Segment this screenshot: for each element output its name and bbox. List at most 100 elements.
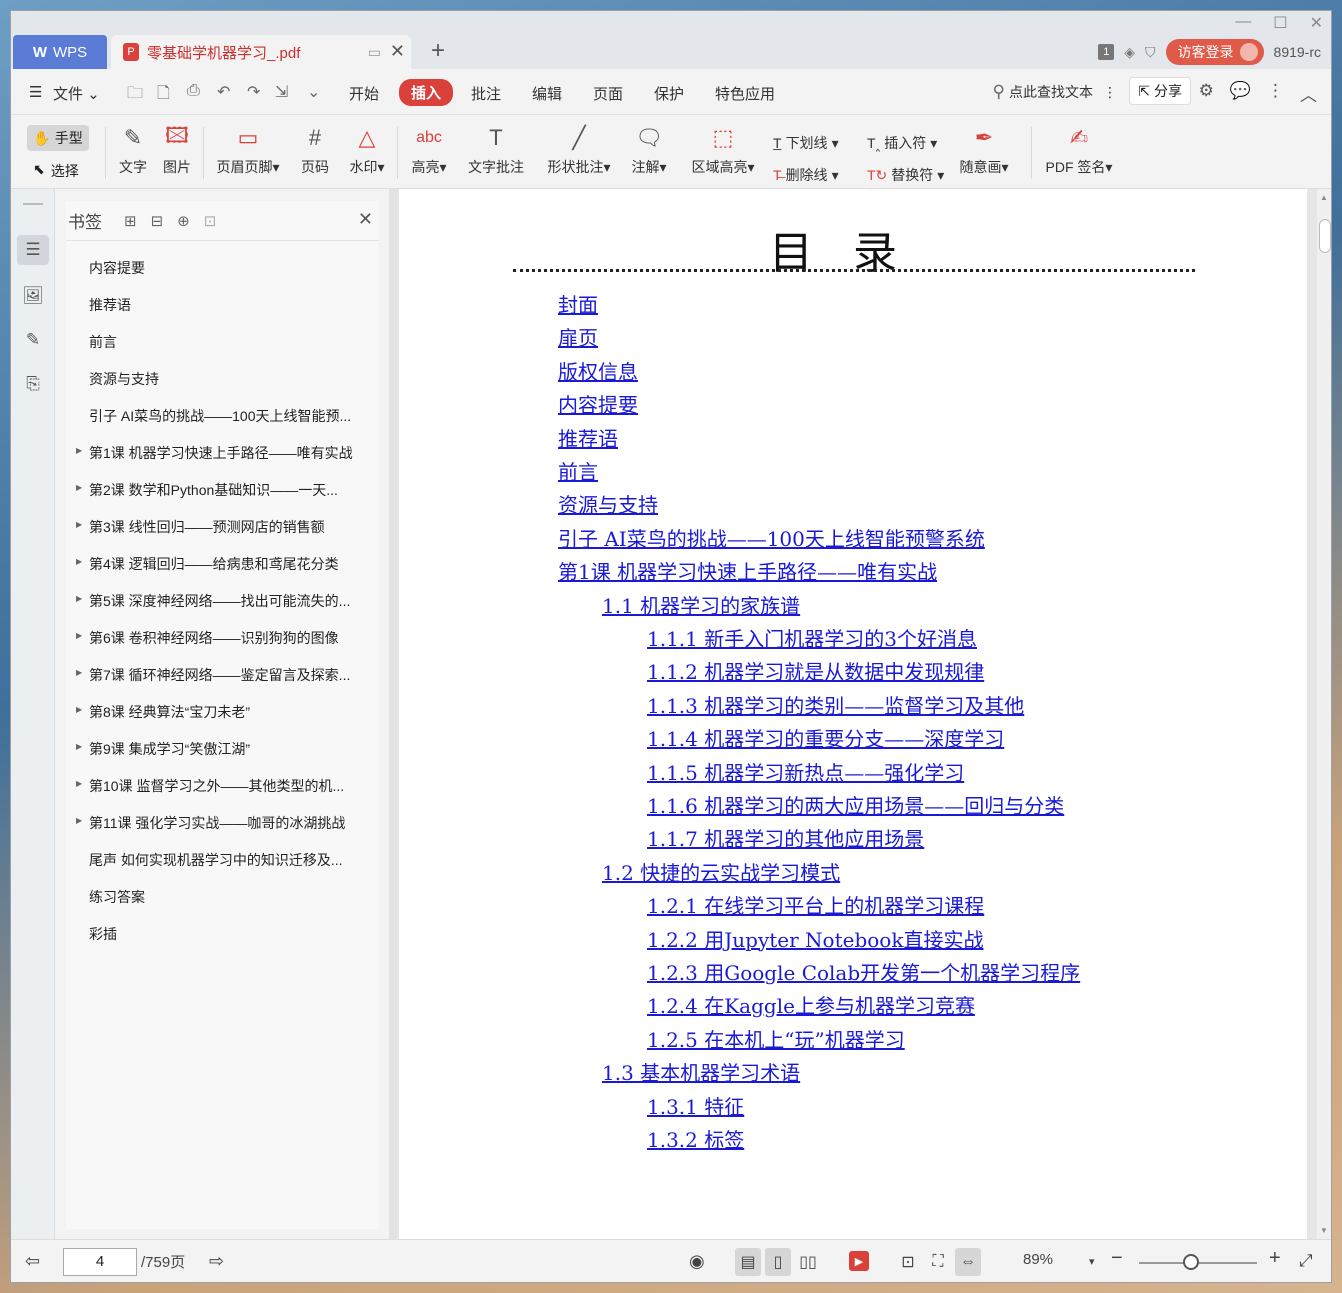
expand-all-icon[interactable]: ⊞ [124, 212, 137, 230]
scroll-up-icon[interactable]: ▲ [1320, 193, 1328, 202]
expand-arrow-icon[interactable]: ▶ [76, 446, 82, 455]
collapse-all-icon[interactable]: ⊟ [151, 212, 164, 230]
insert-mark-button[interactable]: T‸ 插入符 ▾ [867, 133, 937, 153]
page-number-input[interactable]: 4 [63, 1248, 137, 1276]
bookmark-item[interactable]: 前言 [66, 323, 379, 360]
toc-link[interactable]: 1.2.4 在Kaggle上参与机器学习竞赛 [647, 994, 975, 1018]
expand-arrow-icon[interactable]: ▶ [76, 520, 82, 529]
more-options-icon[interactable]: ⋮ [1267, 81, 1284, 106]
select-tool-button[interactable]: ⬉ 选择 [33, 161, 79, 181]
attachment-icon[interactable]: ⎘ [17, 369, 49, 399]
minimize-icon[interactable]: — [1235, 13, 1251, 33]
maximize-icon[interactable]: ☐ [1273, 13, 1287, 33]
toc-link[interactable]: 推荐语 [558, 427, 618, 451]
toc-link[interactable]: 扉页 [558, 326, 598, 350]
bookmark-item[interactable]: 内容提要 [66, 249, 379, 286]
toc-link[interactable]: 1.2 快捷的云实战学习模式 [602, 861, 840, 885]
menu-tab-edit[interactable]: 编辑 [532, 83, 562, 104]
bookmark-item[interactable]: 尾声 如何实现机器学习中的知识迁移及... [66, 841, 379, 878]
zoom-in-icon[interactable]: + [1269, 1247, 1281, 1270]
bookmark-item[interactable]: ▶ 第1课 机器学习快速上手路径——唯有实战 [66, 434, 379, 471]
replace-mark-button[interactable]: T↻ 替换符 ▾ [867, 165, 944, 185]
tab-window-icon[interactable]: ▭ [368, 44, 381, 61]
bookmark-settings-icon[interactable]: ⊡ [204, 212, 217, 230]
more-dropdown-icon[interactable]: ⌄ [307, 82, 320, 102]
file-menu[interactable]: 文件 ⌄ [53, 83, 100, 104]
menu-tab-features[interactable]: 特色应用 [715, 83, 775, 104]
shirt-icon[interactable]: ⛉ [1145, 44, 1156, 61]
strikethrough-button[interactable]: T̶ 删除线 ▾ [773, 165, 839, 185]
toc-link[interactable]: 前言 [558, 460, 598, 484]
toc-link[interactable]: 内容提要 [558, 393, 638, 417]
expand-arrow-icon[interactable]: ▶ [76, 668, 82, 677]
insert-text-button[interactable]: ✎ 文字 [113, 121, 153, 177]
eye-protection-icon[interactable]: ◉ [689, 1251, 705, 1272]
bookmark-item[interactable]: ▶ 第11课 强化学习实战——咖哥的冰湖挑战 [66, 804, 379, 841]
scroll-thumb[interactable] [1319, 219, 1331, 253]
guest-login-button[interactable]: 访客登录 [1165, 39, 1264, 65]
toc-link[interactable]: 1.1 机器学习的家族谱 [602, 594, 800, 618]
menu-tab-comment[interactable]: 批注 [471, 83, 501, 104]
toc-link[interactable]: 1.3 基本机器学习术语 [602, 1061, 800, 1085]
header-footer-button[interactable]: ▭ 页眉页脚▾ [209, 121, 287, 177]
find-text-box[interactable]: ⚲ 点此查找文本 ⋮ [993, 82, 1117, 102]
document-tab[interactable]: P 零基础学机器学习_.pdf ▭ ✕ [111, 35, 411, 69]
bookmark-item[interactable]: ▶ 第7课 循环神经网络——鉴定留言及探索... [66, 656, 379, 693]
next-page-icon[interactable]: ⇨ [209, 1251, 224, 1272]
skin-icon[interactable]: ◈ [1124, 44, 1135, 61]
fit-width-icon[interactable]: ⇔ [955, 1248, 981, 1276]
prev-page-icon[interactable]: ⇦ [25, 1251, 40, 1272]
expand-arrow-icon[interactable]: ▶ [76, 742, 82, 751]
note-button[interactable]: 🗨 注解▾ [627, 121, 671, 177]
bookmark-item[interactable]: ▶ 第10课 监督学习之外——其他类型的机... [66, 767, 379, 804]
toc-link[interactable]: 资源与支持 [558, 493, 658, 517]
share-button[interactable]: ⇱ 分享 [1129, 77, 1191, 105]
toc-link[interactable]: 1.1.4 机器学习的重要分支——深度学习 [647, 727, 1004, 751]
comment-bubble-icon[interactable]: 💬 [1230, 81, 1251, 106]
hamburger-menu-icon[interactable]: ☰ [29, 83, 42, 101]
thumbnail-icon[interactable]: 🖼 [17, 281, 49, 311]
toc-link[interactable]: 1.2.2 用Jupyter Notebook直接实战 [647, 928, 983, 952]
toc-link[interactable]: 1.1.3 机器学习的类别——监督学习及其他 [647, 694, 1024, 718]
tab-close-icon[interactable]: ✕ [390, 41, 405, 62]
bookmark-panel-icon[interactable]: ☰ [17, 235, 49, 265]
toc-link[interactable]: 版权信息 [558, 360, 638, 384]
bookmark-item[interactable]: ▶ 第8课 经典算法“宝刀未老” [66, 693, 379, 730]
menu-tab-page[interactable]: 页面 [593, 83, 623, 104]
print-icon[interactable]: ⎙ [187, 82, 200, 100]
fullscreen-icon[interactable]: ⤢ [1299, 1251, 1313, 1271]
toc-link[interactable]: 1.2.3 用Google Colab开发第一个机器学习程序 [647, 961, 1080, 985]
shape-comment-button[interactable]: ╱ 形状批注▾ [541, 121, 617, 177]
vertical-scrollbar[interactable]: ▲ ▼ [1317, 189, 1331, 1239]
zoom-out-icon[interactable]: − [1111, 1247, 1123, 1270]
toc-link[interactable]: 1.1.5 机器学习新热点——强化学习 [647, 761, 964, 785]
open-icon[interactable]: 🗀 [127, 82, 143, 109]
zoom-level[interactable]: 89% [1023, 1251, 1053, 1268]
panel-close-icon[interactable]: ✕ [358, 209, 373, 230]
pdf-sign-button[interactable]: ✍ PDF 签名▾ [1041, 121, 1117, 177]
close-window-icon[interactable]: ✕ [1310, 13, 1323, 33]
text-comment-button[interactable]: T 文字批注 [465, 121, 527, 177]
annotation-icon[interactable]: ✎ [17, 325, 49, 355]
bookmark-item[interactable]: 推荐语 [66, 286, 379, 323]
menu-tab-start[interactable]: 开始 [349, 83, 379, 104]
collapse-ribbon-icon[interactable]: ︿ [1300, 81, 1317, 106]
zoom-slider-handle[interactable] [1183, 1254, 1199, 1270]
area-highlight-button[interactable]: ⬚ 区域高亮▾ [685, 121, 761, 177]
toc-link[interactable]: 1.3.2 标签 [647, 1128, 744, 1152]
bookmark-item[interactable]: ▶ 第5课 深度神经网络——找出可能流失的... [66, 582, 379, 619]
new-tab-button[interactable]: + [431, 37, 445, 65]
bookmark-item[interactable]: 资源与支持 [66, 360, 379, 397]
redo-icon[interactable]: ↷ [247, 82, 260, 102]
zoom-dropdown-icon[interactable]: ▾ [1089, 1255, 1095, 1268]
bookmark-item[interactable]: ▶ 第2课 数学和Python基础知识——一天... [66, 471, 379, 508]
wps-home-tab[interactable]: W WPS [13, 35, 107, 69]
insert-image-button[interactable]: 🖾 图片 [157, 121, 197, 177]
expand-arrow-icon[interactable]: ▶ [76, 594, 82, 603]
save-icon[interactable]: 🗋 [157, 82, 170, 109]
bookmark-item[interactable]: ▶ 第4课 逻辑回归——给病患和鸢尾花分类 [66, 545, 379, 582]
scroll-down-icon[interactable]: ▼ [1320, 1226, 1328, 1235]
freehand-button[interactable]: ✒ 随意画▾ [955, 121, 1013, 177]
menu-tab-insert[interactable]: 插入 [399, 79, 454, 106]
actual-size-icon[interactable]: ⊡ [895, 1248, 921, 1276]
